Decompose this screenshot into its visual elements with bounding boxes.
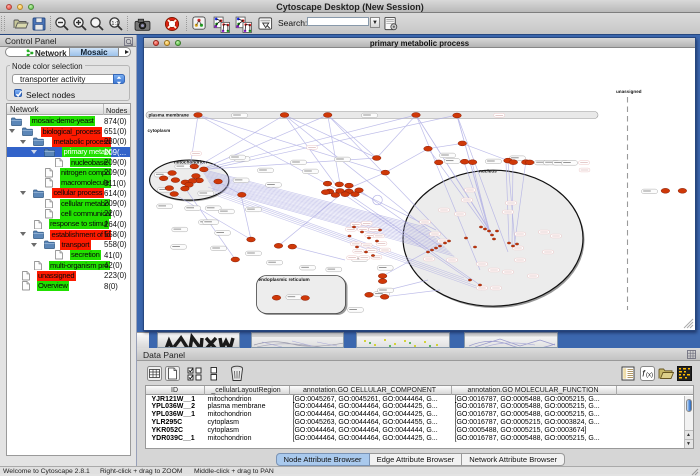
svg-text:(x): (x) xyxy=(646,373,653,379)
